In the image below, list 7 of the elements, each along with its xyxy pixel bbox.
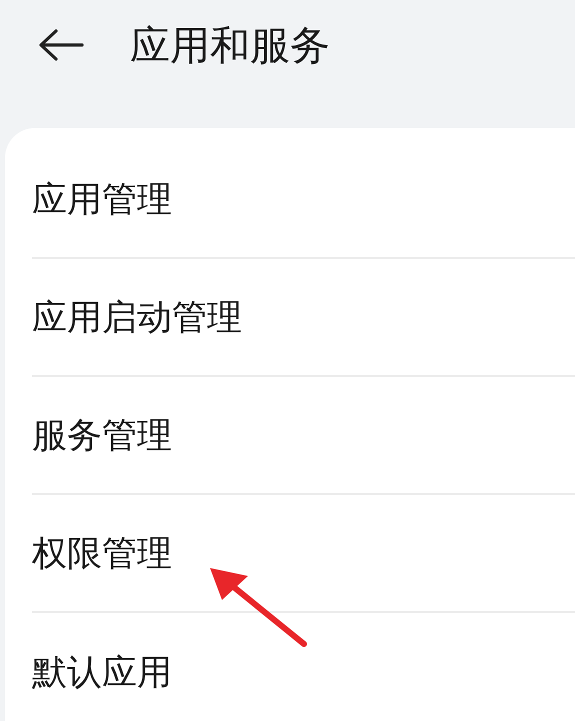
menu-item[interactable]: 默认应用 — [32, 648, 172, 696]
menu-item[interactable]: 服务管理 — [32, 412, 172, 458]
back-icon[interactable] — [38, 29, 84, 61]
menu-item[interactable]: 权限管理 — [32, 530, 172, 576]
page-title: 应用和服务 — [130, 22, 330, 70]
menu-item[interactable]: 应用启动管理 — [32, 294, 242, 340]
menu-item[interactable]: 应用管理 — [32, 176, 172, 222]
